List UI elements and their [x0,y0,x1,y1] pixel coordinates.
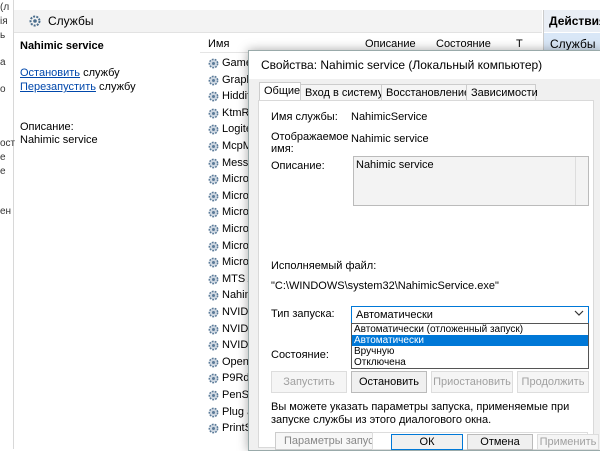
service-gear-icon [207,372,220,388]
service-name-value: NahimicService [351,111,428,123]
strip-text: ь [0,30,6,41]
start-button[interactable]: Запустить [271,371,347,393]
strip-text: е [0,152,6,163]
description-box[interactable]: Nahimic service [353,156,589,206]
strip-text: а [0,57,6,68]
startup-option-manual[interactable]: Вручную [352,346,588,357]
startup-type-select[interactable]: Автоматически [351,306,589,324]
strip-text: ія [0,16,8,27]
tab-logon-label: Вход в систему [305,87,384,99]
stop-service-suffix: службу [80,67,120,79]
service-gear-icon [207,90,220,106]
service-name-label: Имя службы: [271,111,338,123]
startup-type-dropdown: Автоматически (отложенный запуск) Автома… [351,323,589,369]
selected-service-name: Nahimic service [20,40,104,52]
startup-option-disabled[interactable]: Отключена [352,357,588,368]
left-console-strip: (л ія ь а о ост е е ен [0,0,16,449]
dialog-titlebar[interactable]: Свойства: Nahimic service (Локальный ком… [249,51,600,79]
service-gear-icon [207,306,220,322]
strip-text: о [0,84,6,95]
tab-recovery-label: Восстановление [386,87,471,99]
startup-option-delayed[interactable]: Автоматически (отложенный запуск) [352,324,588,335]
services-header: Службы [14,10,542,33]
service-gear-icon [207,323,220,339]
display-name-label: Отображаемое имя: [271,131,349,155]
description-text: Nahimic service [356,159,434,171]
column-name[interactable]: Имя [208,38,229,50]
service-gear-icon [207,140,220,156]
state-label: Состояние: [271,349,329,361]
service-gear-icon [207,74,220,90]
apply-button[interactable]: Применить [537,434,599,450]
stop-service-line: Остановить службу [20,67,120,79]
resume-button[interactable]: Продолжить [517,371,589,393]
tab-general-label: Общие [264,85,301,97]
service-gear-icon [207,123,220,139]
strip-text: (л [0,2,10,13]
service-gear-icon [207,389,220,405]
service-gear-icon [207,289,220,305]
startup-option-auto[interactable]: Автоматически [352,335,588,346]
tab-general[interactable]: Общие [259,82,301,101]
service-row-name: Hiddif [222,90,251,103]
service-gear-icon [207,273,220,289]
tab-dependencies-label: Зависимости [471,87,538,99]
startup-type-label: Тип запуска: [271,308,335,320]
display-name-value: Nahimic service [351,133,429,145]
actions-header-label: Действия [549,14,600,28]
service-gear-icon [207,339,220,355]
service-gear-icon [207,157,220,173]
strip-text: ен [0,206,12,217]
pause-button[interactable]: Приостановить [431,371,513,393]
service-gear-icon [207,256,220,272]
service-gear-icon [207,107,220,123]
stop-button[interactable]: Остановить [351,371,427,393]
description-scrollbar[interactable] [575,157,588,205]
service-gear-icon [207,356,220,372]
description-label: Описание: [271,160,325,172]
startup-type-value: Автоматически [356,309,433,321]
gear-icon [28,14,42,31]
tab-recovery[interactable]: Восстановление [381,84,471,101]
ok-button[interactable]: ОК [391,434,463,450]
tab-logon[interactable]: Вход в систему [300,84,384,101]
stop-service-link[interactable]: Остановить [20,67,80,79]
service-gear-icon [207,206,220,222]
actions-header: Действия [544,10,600,32]
strip-text: е [0,166,6,177]
restart-service-line: Перезапустить службу [20,81,136,93]
service-gear-icon [207,190,220,206]
services-title: Службы [48,14,94,28]
service-gear-icon [207,57,220,73]
detail-description-label: Описание: [20,121,74,133]
service-gear-icon [207,422,220,438]
column-description[interactable]: Описание [365,38,416,50]
strip-text: ост [0,138,16,149]
column-type[interactable]: Т [516,38,523,50]
service-gear-icon [207,223,220,239]
dialog-title: Свойства: Nahimic service (Локальный ком… [261,58,543,72]
column-state[interactable]: Состояние [436,38,491,50]
service-gear-icon [207,406,220,422]
detail-description: Nahimic service [20,134,98,146]
tab-dependencies[interactable]: Зависимости [466,84,538,101]
service-gear-icon [207,240,220,256]
exe-path: "C:\WINDOWS\system32\NahimicService.exe" [271,280,499,292]
general-panel: Имя службы: NahimicService Отображаемое … [258,100,594,450]
chevron-down-icon [574,308,584,321]
start-params-hint: Вы можете указать параметры запуска, при… [271,401,570,426]
actions-item-label: Службы [550,37,596,51]
exe-label: Исполняемый файл: [271,260,377,272]
service-gear-icon [207,173,220,189]
restart-service-suffix: службу [95,81,136,93]
properties-dialog: Свойства: Nahimic service (Локальный ком… [248,50,600,451]
restart-service-link[interactable]: Перезапустить [20,81,96,93]
cancel-button[interactable]: Отмена [467,434,533,450]
